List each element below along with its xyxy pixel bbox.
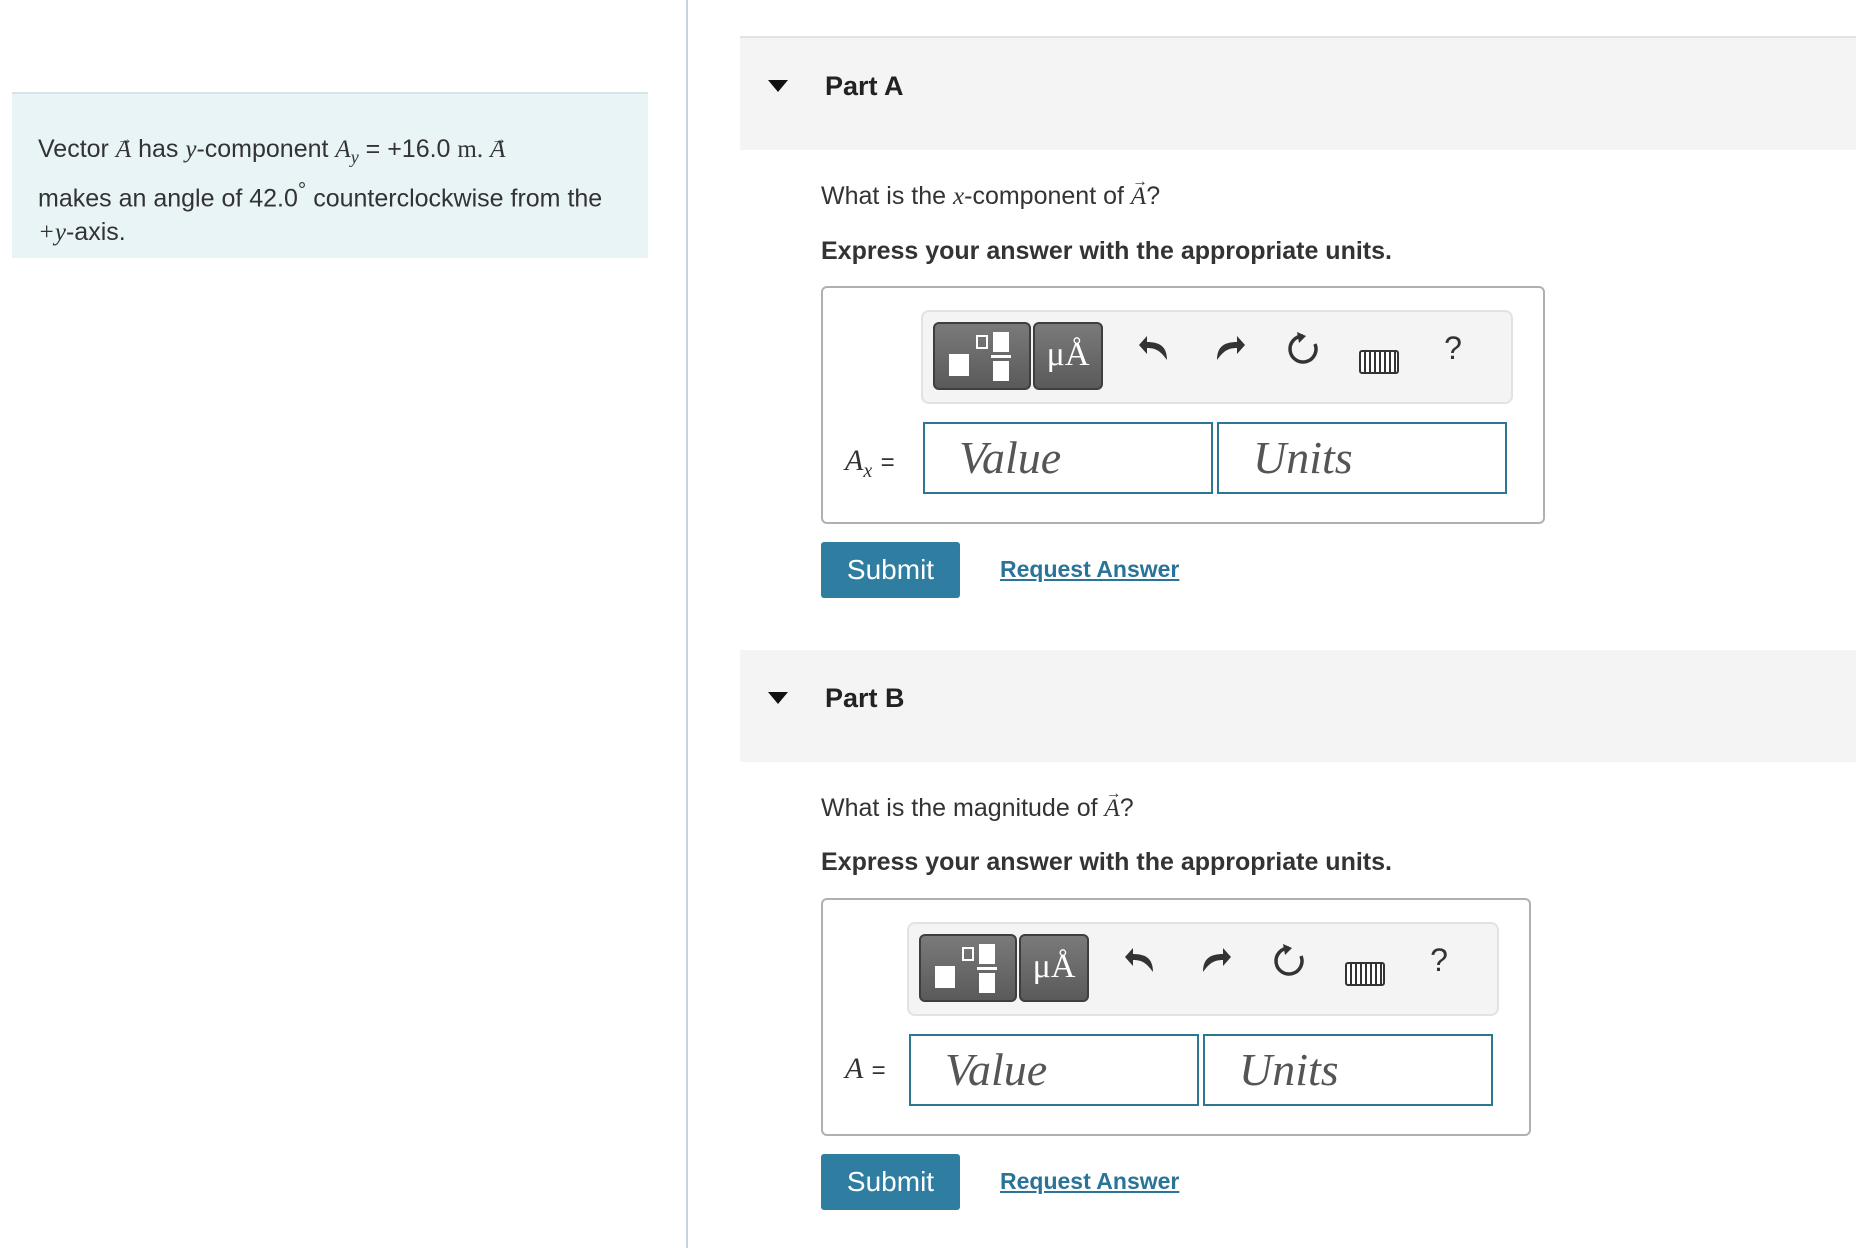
undo-icon[interactable] [1117, 942, 1165, 987]
part-a-value-input[interactable]: Value [923, 422, 1213, 494]
problem-statement: Vector A has y-component Ay = +16.0 m. A… [12, 92, 648, 258]
templates-button[interactable] [919, 934, 1017, 1002]
redo-icon[interactable] [1205, 330, 1253, 375]
part-b-question: What is the magnitude of A? [821, 794, 1134, 823]
part-a-answer-box: μÅ ? Ax = Value Units [821, 286, 1545, 524]
keyboard-icon[interactable] [1345, 962, 1385, 986]
redo-icon[interactable] [1191, 942, 1239, 987]
vector-a-symbol: A [116, 133, 131, 167]
column-divider [686, 0, 688, 1248]
units-icon: μÅ [1032, 948, 1076, 985]
part-b-math-toolbar: μÅ ? [907, 922, 1499, 1016]
undo-icon[interactable] [1131, 330, 1179, 375]
part-a-title: Part A [825, 71, 904, 101]
collapse-caret-icon[interactable] [768, 80, 788, 92]
part-a-question: What is the x-component of A? [821, 182, 1160, 211]
part-b-units-input[interactable]: Units [1203, 1034, 1493, 1106]
part-b-instruction: Express your answer with the appropriate… [821, 848, 1392, 876]
help-icon[interactable]: ? [1429, 330, 1477, 367]
part-b-request-answer-link[interactable]: Request Answer [1000, 1168, 1179, 1195]
reset-icon[interactable] [1265, 942, 1313, 989]
part-b-submit-button[interactable]: Submit [821, 1154, 960, 1210]
collapse-caret-icon[interactable] [768, 692, 788, 704]
reset-icon[interactable] [1279, 330, 1327, 377]
units-button[interactable]: μÅ [1033, 322, 1103, 390]
part-a-instruction: Express your answer with the appropriate… [821, 237, 1392, 265]
templates-icon [935, 944, 997, 993]
part-b-answer-box: μÅ ? A = Value Units [821, 898, 1531, 1136]
part-a-units-input[interactable]: Units [1217, 422, 1507, 494]
part-a-request-answer-link[interactable]: Request Answer [1000, 556, 1179, 583]
part-b-header[interactable]: Part B [740, 650, 1856, 762]
templates-icon [949, 332, 1011, 381]
part-a-submit-button[interactable]: Submit [821, 542, 960, 598]
part-b-title: Part B [825, 683, 905, 713]
templates-button[interactable] [933, 322, 1031, 390]
part-a-header[interactable]: Part A [740, 38, 1856, 150]
help-icon[interactable]: ? [1415, 942, 1463, 979]
part-a-math-toolbar: μÅ ? [921, 310, 1513, 404]
units-icon: μÅ [1046, 336, 1090, 373]
part-b-value-input[interactable]: Value [909, 1034, 1199, 1106]
units-button[interactable]: μÅ [1019, 934, 1089, 1002]
part-a-lhs: Ax = [845, 444, 895, 482]
problem-text: Vector A has y-component Ay = +16.0 m. A… [38, 132, 638, 250]
part-b-lhs: A = [845, 1052, 886, 1085]
keyboard-icon[interactable] [1359, 350, 1399, 374]
